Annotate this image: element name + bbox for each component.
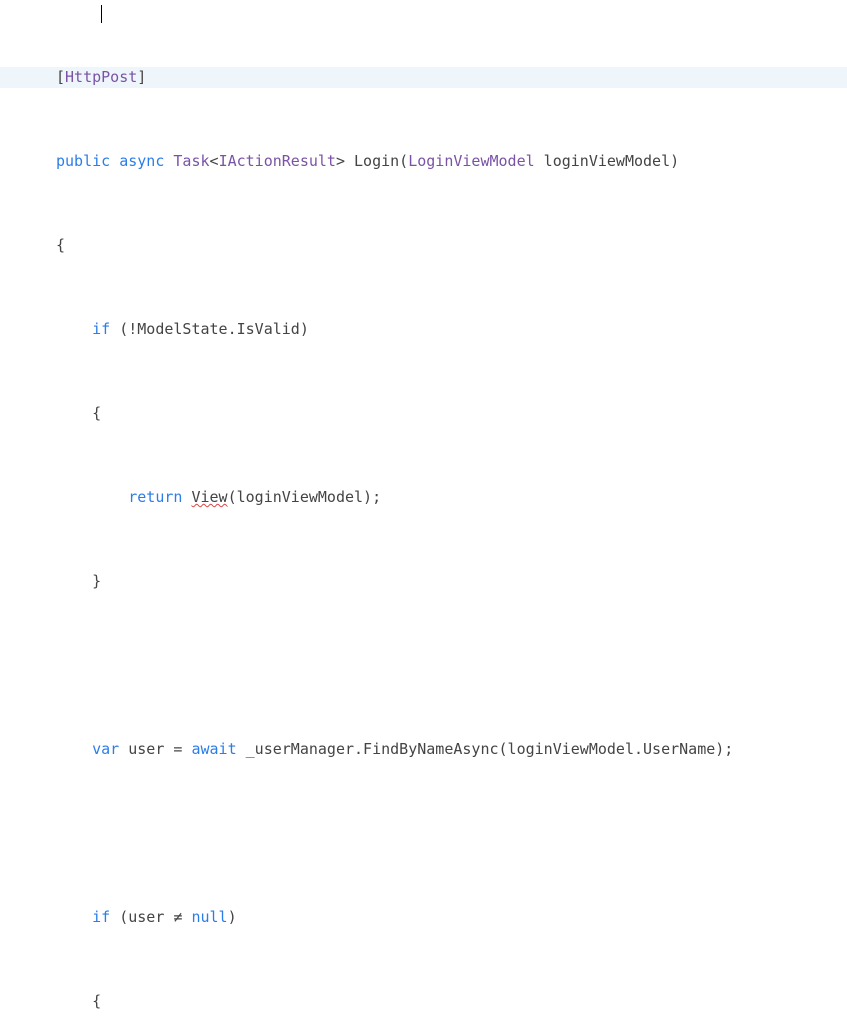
brace: {: [92, 992, 101, 1010]
punct: ]: [137, 68, 146, 86]
method-call: _userManager.FindByNameAsync(loginViewMo…: [237, 740, 734, 758]
keyword: await: [191, 740, 236, 758]
text-caret: [101, 5, 102, 23]
not-equal-icon: ≠: [173, 908, 182, 926]
keyword: if: [92, 908, 110, 926]
keyword-null: null: [191, 908, 227, 926]
code-line[interactable]: var user = await _userManager.FindByName…: [0, 739, 847, 760]
code-editor[interactable]: [HttpPost] public async Task<IActionResu…: [0, 0, 847, 1020]
param-name: loginViewModel): [535, 152, 680, 170]
punct: <: [210, 152, 219, 170]
code-line[interactable]: [0, 823, 847, 844]
keyword: async: [119, 152, 164, 170]
brace: {: [56, 236, 65, 254]
method-call: View: [191, 488, 227, 506]
code-line[interactable]: return View(loginViewModel);: [0, 487, 847, 508]
code-line[interactable]: [0, 655, 847, 676]
code-line[interactable]: }: [0, 571, 847, 592]
type: IActionResult: [219, 152, 336, 170]
type: Task: [173, 152, 209, 170]
punct: >: [336, 152, 345, 170]
type: LoginViewModel: [408, 152, 534, 170]
keyword: return: [128, 488, 182, 506]
code-line[interactable]: public async Task<IActionResult> Login(L…: [0, 151, 847, 172]
condition: (!ModelState.IsValid): [110, 320, 309, 338]
code-line[interactable]: if (!ModelState.IsValid): [0, 319, 847, 340]
keyword: public: [56, 152, 110, 170]
attribute-name: HttpPost: [65, 68, 137, 86]
code-line[interactable]: if (user ≠ null): [0, 907, 847, 928]
brace: {: [92, 404, 101, 422]
brace: }: [92, 572, 101, 590]
args: (loginViewModel);: [228, 488, 382, 506]
method-signature: Login(: [345, 152, 408, 170]
code-line[interactable]: {: [0, 235, 847, 256]
keyword: if: [92, 320, 110, 338]
keyword: var: [92, 740, 119, 758]
code-line[interactable]: {: [0, 991, 847, 1012]
punct: [: [56, 68, 65, 86]
code-line[interactable]: {: [0, 403, 847, 424]
code-line[interactable]: [HttpPost]: [0, 67, 847, 88]
